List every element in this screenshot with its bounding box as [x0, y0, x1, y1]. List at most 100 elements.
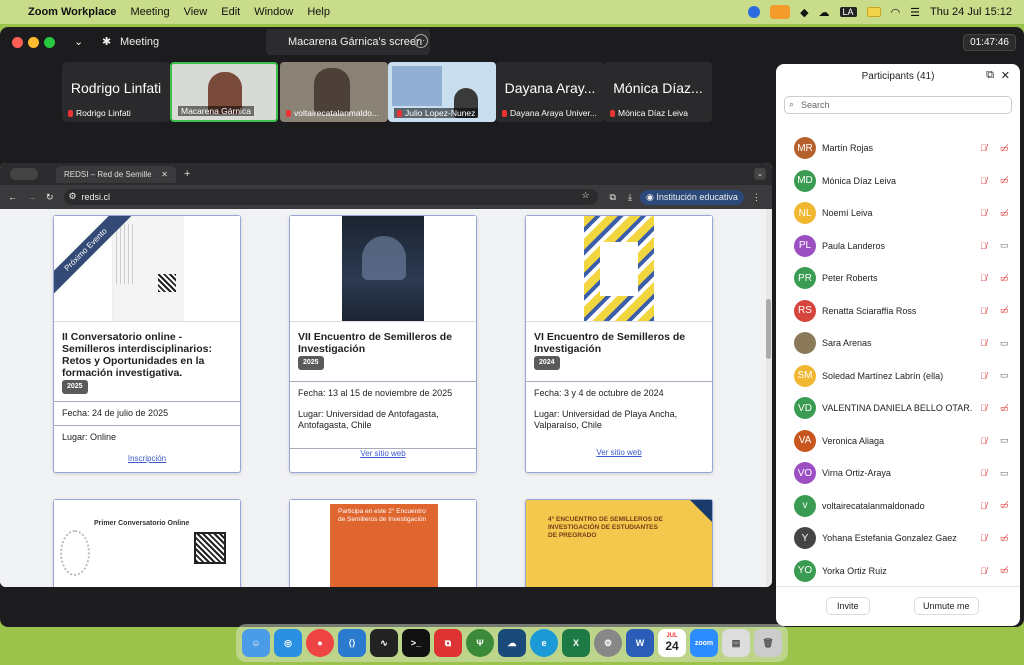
vscode-icon[interactable]: ⟨⟩: [338, 629, 366, 657]
edge-icon[interactable]: e: [530, 629, 558, 657]
cloud-icon[interactable]: ☁: [819, 6, 830, 19]
settings-icon[interactable]: ⚙: [594, 629, 622, 657]
browser-tab[interactable]: REDSI – Red de Semilleros de ✕: [56, 165, 176, 183]
tab-search-button[interactable]: [10, 168, 38, 180]
video-tile[interactable]: Rodrigo Linfati Rodrigo Linfati: [62, 62, 170, 122]
participant-row[interactable]: VD VALENTINA DANIELA BELLO OTAR... 🎙̸ ▭̸: [794, 396, 1014, 420]
participant-row[interactable]: v voltairecatalanmaldonado 🎙̸ ▭̸: [794, 494, 1014, 518]
video-tile[interactable]: Dayana Aray... Dayana Araya Univer...: [496, 62, 604, 122]
close-window-button[interactable]: [12, 37, 23, 48]
video-on-icon[interactable]: ▭: [1000, 370, 1009, 381]
maximize-window-button[interactable]: [44, 37, 55, 48]
shared-browser[interactable]: REDSI – Red de Semilleros de ✕ + ⌄ ← → ↻ …: [0, 163, 772, 587]
share-indicator[interactable]: Macarena Gárnica's screen ···: [266, 29, 430, 55]
muted-mic-icon[interactable]: 🎙̸: [980, 501, 987, 511]
menubar-clock[interactable]: Thu 24 Jul 15:12: [930, 6, 1012, 18]
participant-row[interactable]: Y Yohana Estefania Gonzalez Gaez 🎙̸ ▭̸: [794, 526, 1014, 550]
participant-row[interactable]: Sara Arenas 🎙̸ ▭: [794, 331, 1014, 355]
cloud-app-icon[interactable]: ☁: [498, 629, 526, 657]
app-icon[interactable]: Ψ: [466, 629, 494, 657]
video-off-icon[interactable]: ▭̸: [1000, 533, 1009, 544]
menu-window[interactable]: Window: [254, 6, 293, 18]
muted-mic-icon[interactable]: 🎙̸: [980, 143, 987, 153]
control-center-icon[interactable]: ☰: [910, 6, 920, 19]
mic-status-icon[interactable]: [770, 5, 791, 19]
trash-icon[interactable]: 🗑: [754, 629, 782, 657]
reload-icon[interactable]: ↻: [46, 192, 54, 203]
site-info-icon[interactable]: ⚙: [69, 191, 77, 202]
video-on-icon[interactable]: ▭: [1000, 435, 1009, 446]
safari-icon[interactable]: ◎: [274, 629, 302, 657]
muted-mic-icon[interactable]: 🎙̸: [980, 176, 987, 186]
invite-button[interactable]: Invite: [826, 597, 870, 615]
dropbox-icon[interactable]: ◆: [800, 6, 808, 19]
muted-mic-icon[interactable]: 🎙̸: [980, 306, 987, 316]
participant-row[interactable]: VO Virna Ortiz-Araya 🎙̸ ▭: [794, 461, 1014, 485]
muted-mic-icon[interactable]: 🎙̸: [980, 371, 987, 381]
close-icon[interactable]: ✕: [1001, 69, 1010, 82]
muted-mic-icon[interactable]: 🎙̸: [980, 338, 987, 348]
user-initials-badge[interactable]: LA: [839, 7, 857, 17]
address-bar[interactable]: ⚙ redsi.cl ☆: [63, 189, 598, 205]
video-on-icon[interactable]: ▭: [1000, 240, 1009, 251]
video-tile-active[interactable]: Macarena Gárnica: [170, 62, 278, 122]
back-icon[interactable]: ←: [8, 192, 17, 202]
battery-icon[interactable]: [866, 7, 881, 17]
extensions-icon[interactable]: ⧉: [610, 192, 616, 203]
wifi-icon[interactable]: ◠: [891, 6, 901, 19]
muted-mic-icon[interactable]: 🎙̸: [980, 403, 987, 413]
forward-icon[interactable]: →: [27, 192, 36, 202]
video-tile[interactable]: Julio Lopez-Nunez: [388, 62, 496, 122]
participant-row[interactable]: YO Yorka Ortiz Ruiz 🎙̸ ▭̸: [794, 559, 1014, 583]
minimize-window-button[interactable]: [28, 37, 39, 48]
video-off-icon[interactable]: ▭̸: [1000, 500, 1009, 511]
video-tile[interactable]: voltairecatalanmaldo...: [280, 62, 388, 122]
activity-monitor-icon[interactable]: ∿: [370, 629, 398, 657]
muted-mic-icon[interactable]: 🎙̸: [980, 273, 987, 283]
video-on-icon[interactable]: ▭: [1000, 468, 1009, 479]
new-tab-button[interactable]: +: [184, 168, 190, 180]
chrome-icon[interactable]: ●: [306, 629, 334, 657]
participant-row[interactable]: PR Peter Roberts 🎙̸ ▭̸: [794, 266, 1014, 290]
video-off-icon[interactable]: ▭̸: [1000, 143, 1009, 154]
more-options-icon[interactable]: ···: [414, 34, 428, 48]
unmute-button[interactable]: Unmute me: [914, 597, 979, 615]
video-tile[interactable]: Mónica Díaz... Mónica Díaz Leiva: [604, 62, 712, 122]
video-off-icon[interactable]: ▭̸: [1000, 273, 1009, 284]
video-on-icon[interactable]: ▭: [1000, 338, 1009, 349]
participant-row[interactable]: MR Martín Rojas 🎙̸ ▭̸: [794, 136, 1014, 160]
word-icon[interactable]: W: [626, 629, 654, 657]
participant-row[interactable]: PL Paula Landeros 🎙̸ ▭: [794, 234, 1014, 258]
finder-icon[interactable]: ☺: [242, 629, 270, 657]
close-tab-icon[interactable]: ✕: [161, 170, 168, 179]
meeting-timer[interactable]: 01:47:46: [963, 34, 1016, 51]
participant-row[interactable]: VA Veronica Aliaga 🎙̸ ▭: [794, 429, 1014, 453]
menu-edit[interactable]: Edit: [221, 6, 240, 18]
remote-desktop-icon[interactable]: ⧉: [434, 629, 462, 657]
video-off-icon[interactable]: ▭̸: [1000, 305, 1009, 316]
menu-help[interactable]: Help: [307, 6, 330, 18]
page-scrollbar[interactable]: [766, 209, 772, 587]
menu-app-name[interactable]: Zoom Workplace: [28, 6, 116, 18]
calendar-icon[interactable]: JUL 24: [658, 629, 686, 657]
muted-mic-icon[interactable]: 🎙̸: [980, 208, 987, 218]
download-icon[interactable]: ⤓: [628, 192, 632, 203]
website-link[interactable]: Ver sitio web: [290, 448, 476, 458]
profile-button[interactable]: ◉ Institución educativa: [639, 189, 744, 205]
website-link[interactable]: Ver sitio web: [526, 448, 712, 457]
muted-mic-icon[interactable]: 🎙̸: [980, 241, 987, 251]
muted-mic-icon[interactable]: 🎙̸: [980, 566, 987, 576]
zoom-status-icon[interactable]: [748, 6, 761, 18]
bookmark-star-icon[interactable]: ☆: [581, 190, 589, 201]
scrollbar-thumb[interactable]: [766, 299, 771, 359]
browser-menu-icon[interactable]: ⋮: [752, 192, 761, 203]
meeting-label[interactable]: Meeting: [120, 36, 159, 48]
participant-row[interactable]: NL Noemí Leiva 🎙̸ ▭̸: [794, 201, 1014, 225]
documents-icon[interactable]: ▤: [722, 629, 750, 657]
popout-icon[interactable]: ⧉: [986, 69, 994, 82]
menu-view[interactable]: View: [184, 6, 208, 18]
chevron-down-icon[interactable]: ⌄: [754, 168, 766, 180]
participant-row[interactable]: MD Mónica Díaz Leiva 🎙̸ ▭̸: [794, 169, 1014, 193]
muted-mic-icon[interactable]: 🎙̸: [980, 436, 987, 446]
terminal-icon[interactable]: >_: [402, 629, 430, 657]
